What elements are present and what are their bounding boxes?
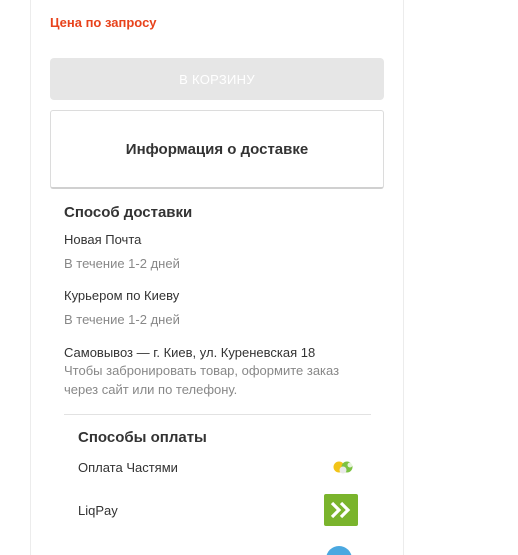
section-divider (64, 414, 371, 415)
delivery-pickup: Самовывоз — г. Киев, ул. Куреневская 18 (64, 345, 316, 360)
delivery-courier-term: В течение 1-2 дней (64, 312, 180, 327)
delivery-pickup-note-2: через сайт или по телефону. (64, 382, 238, 397)
delivery-courier: Курьером по Киеву (64, 288, 180, 303)
payment-method-liqpay: LiqPay (78, 493, 358, 527)
delivery-pickup-note: Чтобы забронировать товар, оформите зака… (64, 363, 340, 378)
liqpay-icon (324, 494, 358, 526)
delivery-nova-poshta-term: В течение 1-2 дней (64, 256, 180, 271)
delivery-nova-poshta: Новая Почта (64, 232, 142, 247)
add-to-cart-button[interactable]: В КОРЗИНУ (50, 58, 384, 100)
payment-method-parts: Оплата Частями (78, 450, 358, 484)
delivery-methods-title: Способ доставки (64, 204, 193, 221)
payment-method-label: LiqPay (78, 502, 118, 518)
payment-method-label: Оплата Частями (78, 459, 178, 475)
delivery-info-toggle[interactable]: Информация о доставке (50, 110, 384, 189)
price-on-request: Цена по запросу (50, 15, 157, 30)
payment-methods-title: Способы оплаты (78, 429, 207, 446)
privatbank-parts-icon (330, 457, 358, 477)
